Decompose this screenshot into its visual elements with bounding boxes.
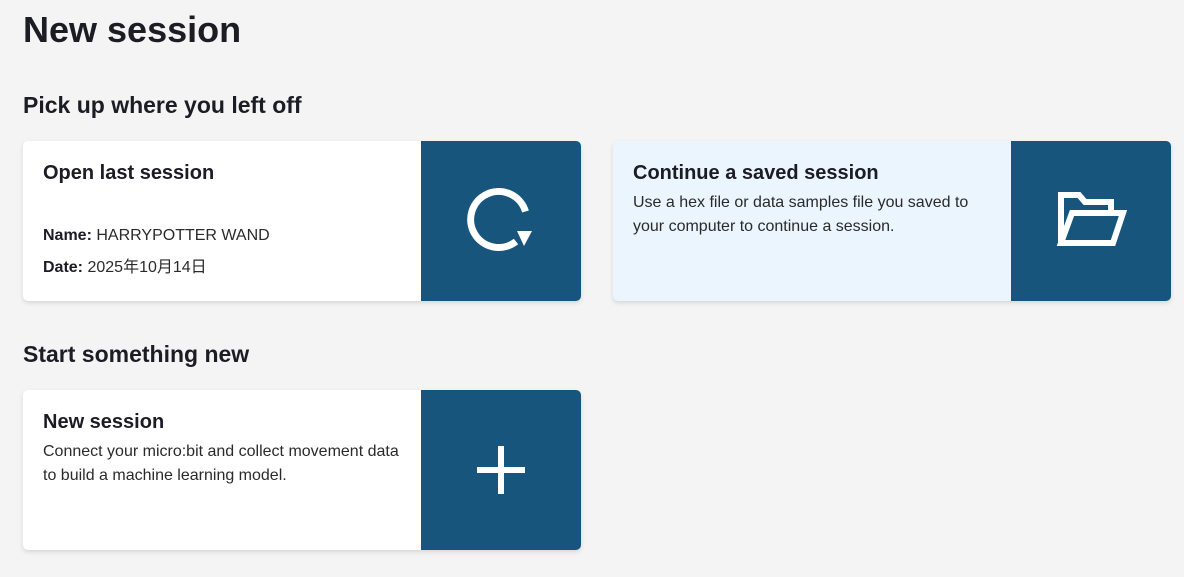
open-last-session-body: Open last session Name: HARRYPOTTER WAND… <box>43 159 413 301</box>
continue-saved-session-body: Continue a saved session Use a hex file … <box>633 159 1003 301</box>
session-name-value: HARRYPOTTER WAND <box>96 227 270 244</box>
session-name-label: Name: <box>43 227 92 244</box>
page-title: New session <box>23 9 242 50</box>
open-last-session-card[interactable]: Open last session Name: HARRYPOTTER WAND… <box>23 141 581 301</box>
session-name-row: Name: HARRYPOTTER WAND <box>43 224 270 248</box>
section-title-resume: Pick up where you left off <box>23 92 302 118</box>
plus-icon <box>477 446 525 494</box>
session-date-label: Date: <box>43 259 84 276</box>
refresh-icon <box>467 188 532 251</box>
continue-saved-session-card[interactable]: Continue a saved session Use a hex file … <box>613 141 1171 301</box>
section-title-new: Start something new <box>23 341 250 367</box>
continue-saved-session-icon-panel[interactable] <box>1011 141 1171 301</box>
folder-open-icon <box>1056 192 1127 246</box>
session-date-row: Date: 2025年10月14日 <box>43 256 207 280</box>
continue-saved-session-title: Continue a saved session <box>633 162 879 184</box>
continue-saved-session-description: Use a hex file or data samples file you … <box>633 194 969 235</box>
open-last-session-icon-panel[interactable] <box>421 141 581 301</box>
open-last-session-title: Open last session <box>43 162 215 184</box>
new-session-title: New session <box>43 411 165 433</box>
session-date-value: 2025年10月14日 <box>87 259 207 276</box>
new-session-icon-panel[interactable] <box>421 390 581 550</box>
new-session-body: New session Connect your micro:bit and c… <box>43 408 413 550</box>
new-session-description: Connect your micro:bit and collect movem… <box>43 443 399 484</box>
new-session-card[interactable]: New session Connect your micro:bit and c… <box>23 390 581 550</box>
